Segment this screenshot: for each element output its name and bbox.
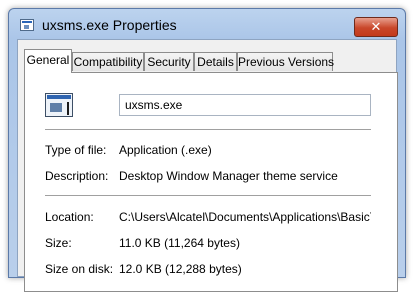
application-icon <box>45 93 73 117</box>
description-value: Desktop Window Manager theme service <box>119 169 338 183</box>
window-app-icon <box>20 19 34 31</box>
size-label: Size: <box>45 236 72 250</box>
location-label: Location: <box>45 210 94 224</box>
dialog-client-area: General Compatibility Security Details P… <box>17 39 398 292</box>
window-title: uxsms.exe Properties <box>42 17 177 33</box>
general-tab-panel: Type of file: Application (.exe) Descrip… <box>24 72 398 292</box>
tab-security[interactable]: Security <box>144 52 194 71</box>
type-of-file-label: Type of file: <box>45 143 107 157</box>
properties-window: uxsms.exe Properties ✕ General Compatibi… <box>8 8 406 292</box>
separator <box>45 195 371 196</box>
tab-compatibility[interactable]: Compatibility <box>72 52 144 71</box>
filename-field[interactable] <box>119 94 371 116</box>
size-on-disk-label: Size on disk: <box>45 262 114 276</box>
size-value: 11.0 KB (11,264 bytes) <box>119 236 240 250</box>
location-value: C:\Users\Alcatel\Documents\Applications\… <box>119 210 371 224</box>
type-of-file-value: Application (.exe) <box>119 143 212 157</box>
tab-details[interactable]: Details <box>194 52 237 71</box>
tab-general[interactable]: General <box>24 49 72 73</box>
tab-previous-versions[interactable]: Previous Versions <box>237 52 334 71</box>
description-label: Description: <box>45 169 109 183</box>
size-on-disk-value: 12.0 KB (12,288 bytes) <box>119 262 242 276</box>
title-bar[interactable]: uxsms.exe Properties ✕ <box>9 9 405 39</box>
close-button[interactable]: ✕ <box>354 17 398 37</box>
separator <box>45 129 371 130</box>
